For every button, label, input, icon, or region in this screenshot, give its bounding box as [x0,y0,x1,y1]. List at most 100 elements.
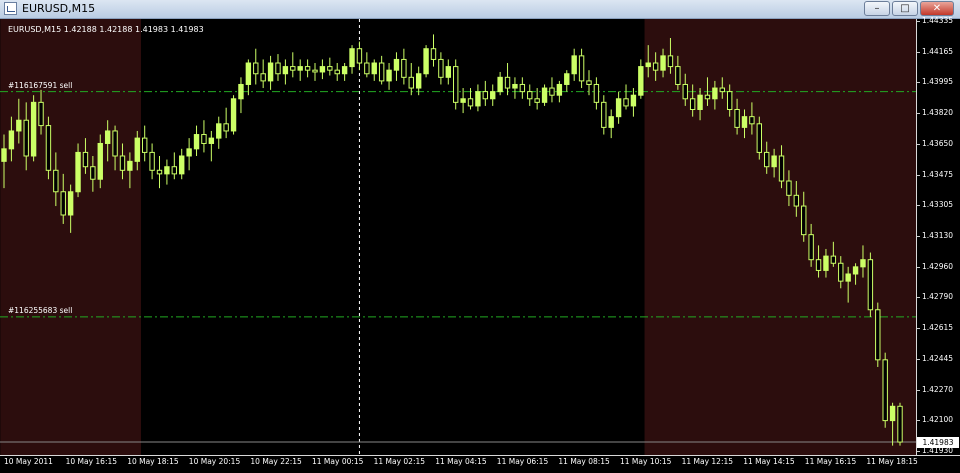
price-axis[interactable]: 1.41930 1.42100 1.42270 1.42445 1.42615 1.427… [916,16,960,455]
bear-candle [53,169,59,193]
bear-candle [60,191,66,216]
price-tick-label: 1.44165 [916,46,954,56]
bear-candle [38,101,44,127]
bear-candle [312,69,318,73]
bull-candle [8,130,15,150]
time-tick-label: 10 May 22:15 [250,457,302,466]
bull-candle [267,62,274,82]
bear-candle [801,205,807,236]
bull-candle [490,91,496,100]
bull-candle [349,48,355,68]
bear-candle [119,155,126,171]
time-tick-label: 11 May 08:15 [558,457,610,466]
bear-candle [430,48,437,60]
price-tick-label: 1.42960 [916,261,954,271]
bear-candle [830,255,837,264]
price-tick-label: 1.43475 [916,169,954,179]
time-tick-label: 11 May 06:15 [496,457,549,466]
bull-candle [697,94,703,111]
time-axis[interactable]: 10 May 2011 10 May 16:15 10 May 18:15 10 Ma… [0,455,960,473]
bear-candle [149,151,155,171]
close-button[interactable]: ✕ [920,1,954,16]
price-tick-label: 1.42445 [916,353,954,363]
bull-candle [16,119,22,132]
bull-candle [75,151,81,193]
bull-candle [386,69,392,82]
window-title: EURUSD,M15 [22,2,96,15]
bear-candle [549,87,555,96]
candlestick-chart[interactable] [0,19,916,455]
bull-candle [245,62,252,85]
bull-candle [771,155,777,168]
bull-candle [393,58,400,71]
bear-candle [601,101,607,128]
bear-candle [675,66,681,85]
bull-candle [645,62,651,68]
bull-candle [134,137,140,162]
symbol-info-label: EURUSD,M15 1.42188 1.42188 1.41983 1.419… [8,25,204,34]
bull-candle [193,134,200,150]
bull-candle [445,66,451,78]
bear-candle [578,55,585,82]
bull-candle [186,148,192,157]
bear-candle [90,166,96,180]
title-bar[interactable]: EURUSD,M15 – □ ✕ [0,0,960,19]
bear-candle [334,69,340,75]
bull-candle [238,83,244,100]
chart-window-icon[interactable] [4,2,17,15]
bear-candle [726,91,733,111]
price-chart[interactable] [0,19,916,455]
bear-candle [838,262,844,282]
time-tick-label: 10 May 18:15 [127,457,179,466]
bull-candle [319,66,326,73]
order-label-116167591[interactable]: #116167591 sell [8,81,72,90]
price-tick-label: 1.43820 [916,108,954,118]
bear-candle [623,98,629,107]
bear-candle [253,62,259,75]
bear-candle [682,83,688,100]
price-tick-label: 1.43650 [916,138,954,148]
terminal-chart-window: EURUSD,M15 – □ ✕ EURUSD,M15 1.42188 1.42… [0,0,960,473]
bull-candle [341,66,348,75]
bull-candle [889,405,896,422]
bear-candle [764,151,770,168]
bull-candle [556,83,563,96]
time-tick-label: 11 May 00:15 [312,457,364,466]
bear-candle [260,73,266,82]
bear-candle [719,87,725,93]
maximize-button[interactable]: □ [892,1,918,16]
bull-candle [608,116,614,128]
bear-candle [778,155,785,182]
bull-candle [630,94,637,107]
bear-candle [527,91,533,100]
bull-candle [415,73,422,89]
bear-candle [756,123,763,153]
bull-candle [475,91,481,107]
minimize-button[interactable]: – [864,1,890,16]
bear-candle [45,125,52,171]
bear-candle [534,98,540,103]
time-tick-label: 10 May 2011 [4,457,53,466]
bull-candle [497,76,503,93]
price-tick-label: 1.42100 [916,415,954,425]
bull-candle [423,48,429,75]
bull-candle [1,148,7,162]
bull-candle [208,137,215,144]
bear-candle [453,66,459,103]
bear-candle [223,123,229,132]
order-label-116255683[interactable]: #116255683 sell [8,306,72,315]
bear-candle [275,62,281,75]
bear-candle [304,66,311,71]
bull-candle [823,255,829,271]
bear-candle [749,116,755,125]
time-tick-label: 11 May 18:15 [866,457,918,466]
time-tick-label: 11 May 14:15 [743,457,795,466]
bull-candle [845,273,851,282]
time-tick-label: 11 May 10:15 [620,457,672,466]
bear-candle [882,359,888,422]
bull-candle [164,166,170,175]
price-tick-label: 1.43995 [916,77,954,87]
bull-candle [660,55,666,71]
bear-candle [356,48,363,64]
bear-candle [401,58,407,78]
